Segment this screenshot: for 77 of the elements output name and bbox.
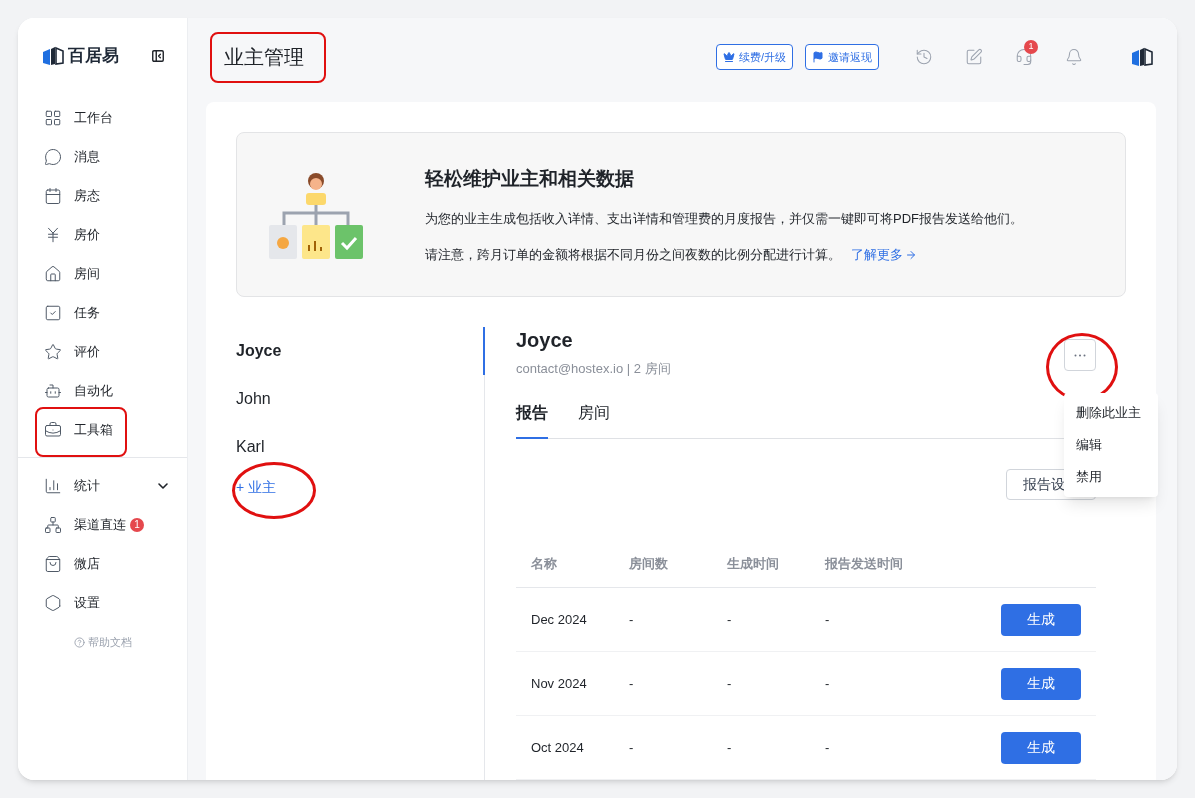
- banner-text: 为您的业主生成包括收入详情、支出详情和管理费的月度报告，并仅需一键即可将PDF报告发送给他们。: [425, 210, 1023, 229]
- sidebar-item[interactable]: 微店: [18, 544, 187, 583]
- sidebar-item[interactable]: 统计: [18, 466, 187, 505]
- table-cell-text: -: [825, 610, 831, 629]
- sidebar-item[interactable]: 设置: [18, 583, 187, 622]
- help-icon: [73, 636, 85, 648]
- flag-icon: [812, 51, 824, 63]
- sidebar-item[interactable]: 评价: [18, 332, 187, 371]
- tab[interactable]: 房间: [578, 400, 610, 439]
- table-cell-text: -: [727, 674, 733, 693]
- sidebar-item[interactable]: 渠道直连 1: [18, 505, 187, 544]
- sidebar-item[interactable]: 任务: [18, 293, 187, 332]
- chat-icon: [44, 147, 62, 166]
- collapse-icon[interactable]: [151, 49, 165, 63]
- bar-chart-icon: [44, 476, 62, 495]
- banner-note: 请注意，跨月订单的金额将根据不同月份之间夜数的比例分配进行计算。: [425, 245, 841, 264]
- headset-icon[interactable]: [1015, 48, 1033, 66]
- table-cell-text: -: [727, 610, 733, 629]
- invite-button[interactable]: 邀请返现: [805, 44, 879, 70]
- calendar-icon: [44, 186, 62, 205]
- table-cell-text: Nov 2024: [531, 674, 588, 693]
- owner-name: Joyce: [516, 328, 574, 353]
- sidebar-item[interactable]: 房间: [18, 254, 187, 293]
- column-header: 名称: [531, 554, 558, 573]
- menu-item[interactable]: 编辑: [1064, 429, 1158, 461]
- more-icon: [1074, 353, 1086, 357]
- sidebar-item[interactable]: 房态: [18, 176, 187, 215]
- learn-more-link[interactable]: 了解更多: [851, 244, 917, 265]
- table-cell-text: -: [825, 674, 831, 693]
- table-cell-text: -: [727, 738, 733, 757]
- generate-button[interactable]: 生成: [1001, 603, 1081, 636]
- menu-item[interactable]: 删除此业主: [1064, 397, 1158, 429]
- house-icon: [44, 264, 62, 283]
- upgrade-button[interactable]: 续费/升级: [715, 44, 793, 70]
- edit-icon[interactable]: [965, 48, 983, 66]
- owner-item[interactable]: John: [236, 375, 485, 423]
- owner-item[interactable]: Karl: [236, 423, 485, 471]
- notification-badge: 1: [1024, 40, 1038, 54]
- generate-button[interactable]: 生成: [1001, 667, 1081, 700]
- grid-icon: [44, 108, 62, 127]
- logo-icon: [1131, 47, 1153, 67]
- generate-button[interactable]: 生成: [1001, 731, 1081, 764]
- logo-icon: [42, 46, 64, 66]
- table-cell-text: Oct 2024: [531, 738, 585, 757]
- arrow-right-icon: [905, 248, 917, 261]
- table-cell-text: -: [629, 674, 635, 693]
- bell-icon[interactable]: [1065, 48, 1083, 66]
- brand-name: 百居易: [68, 45, 119, 68]
- network-icon: [44, 515, 62, 534]
- crown-icon: [722, 51, 735, 63]
- owner-contact: contact@hostex.io | 2 房间: [516, 360, 671, 378]
- sidebar-item[interactable]: 消息: [18, 137, 187, 176]
- sidebar-item[interactable]: 工作台: [18, 98, 187, 137]
- column-header: 生成时间: [727, 554, 780, 573]
- sidebar-item[interactable]: 自动化: [18, 371, 187, 410]
- settings-icon: [44, 593, 62, 612]
- checkbox-icon: [44, 303, 62, 322]
- table-cell-text: -: [629, 610, 635, 629]
- table-cell-text: Dec 2024: [531, 610, 588, 629]
- owner-item[interactable]: Joyce: [236, 327, 485, 375]
- robot-icon: [44, 381, 62, 400]
- history-icon[interactable]: [915, 48, 933, 66]
- add-owner-link[interactable]: + 业主: [236, 477, 277, 498]
- banner-title: 轻松维护业主和相关数据: [425, 166, 635, 191]
- briefcase-icon: [44, 420, 62, 439]
- star-icon: [44, 342, 62, 361]
- table-cell-text: -: [629, 738, 635, 757]
- table-cell-text: -: [825, 738, 831, 757]
- tab[interactable]: 报告: [516, 400, 548, 439]
- column-header: 报告发送时间: [825, 554, 904, 573]
- page-title: 业主管理: [224, 45, 304, 70]
- column-header: 房间数: [629, 554, 669, 573]
- count-badge: 1: [130, 517, 144, 532]
- bag-icon: [44, 554, 62, 573]
- more-button[interactable]: [1064, 339, 1096, 371]
- sidebar-item[interactable]: 房价: [18, 215, 187, 254]
- sidebar-item[interactable]: 工具箱: [18, 410, 187, 449]
